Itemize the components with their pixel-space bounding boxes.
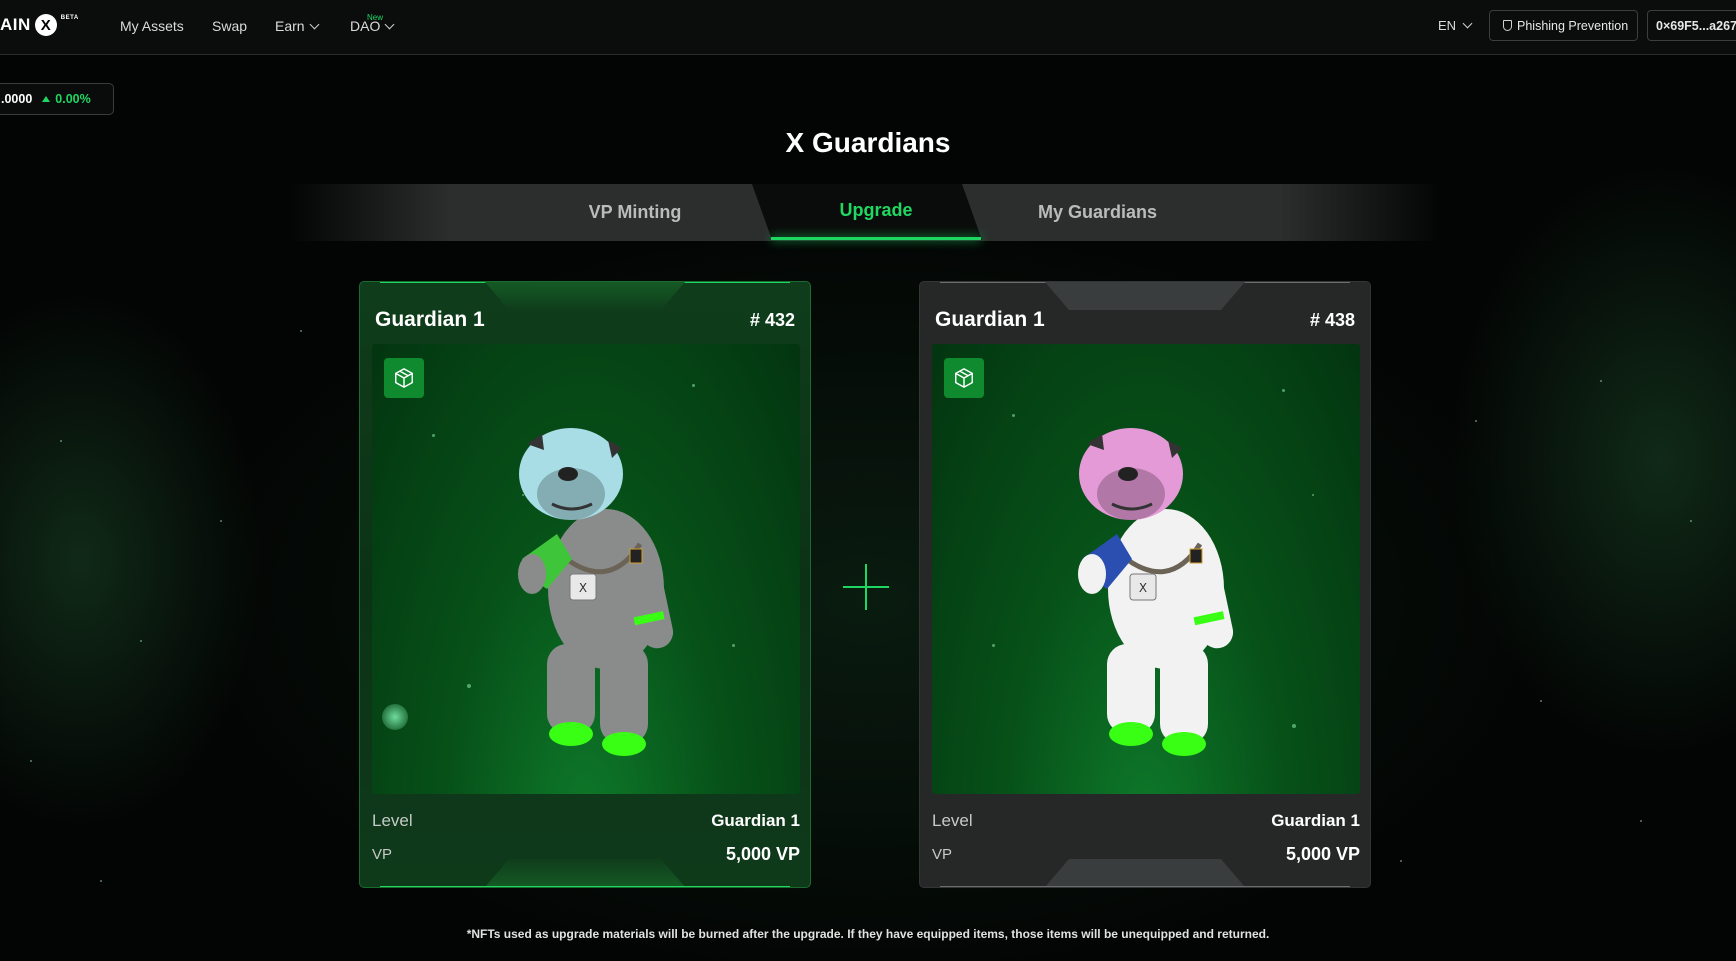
bulldog-astronaut-illustration: X [1078, 428, 1234, 756]
cube-icon [395, 368, 413, 388]
language-selector[interactable]: EN [1438, 18, 1473, 33]
chevron-down-icon [309, 19, 320, 29]
price-ticker[interactable]: .0000 0.00% [0, 83, 114, 115]
card-token-id: # 432 [749, 310, 795, 330]
ticker-price: .0000 [1, 92, 33, 106]
shield-icon [1503, 20, 1512, 31]
vp-value: 5,000 VP [725, 844, 800, 864]
level-row: Level Guardian 1 [372, 811, 800, 831]
phishing-prevention-button[interactable]: Phishing Prevention [1489, 10, 1638, 41]
page-title: X Guardians [785, 127, 951, 158]
arrow-up-icon [42, 96, 51, 102]
nav-swap-label: Swap [212, 18, 248, 34]
svg-text:X: X [579, 581, 587, 595]
level-row: Level Guardian 1 [932, 811, 1360, 831]
nav-my-assets-label: My Assets [120, 18, 184, 34]
vp-label: VP [932, 846, 953, 863]
card-bottom-edge [380, 886, 790, 887]
logo-badge: BETA [60, 15, 79, 21]
card-name: Guardian 1 [935, 308, 1045, 331]
guardian-image: X [372, 344, 800, 794]
card-bottom-edge [940, 886, 1350, 887]
level-value: Guardian 1 [1271, 811, 1360, 830]
bulldog-astronaut-illustration: X [518, 428, 674, 756]
logo-text: AIN [0, 15, 31, 34]
nav-swap[interactable]: Swap [212, 18, 247, 34]
wallet-address: 0×69F5...a267 [1656, 18, 1736, 33]
top-nav: AIN X BETA My Assets Swap Earn DAO New E… [0, 0, 1736, 55]
nav-earn-label: Earn [275, 18, 305, 34]
guardian-card-selected[interactable]: Guardian 1 # 432 X Level Guardian 1 VP 5… [359, 281, 811, 888]
card-top-notch [1045, 282, 1245, 310]
card-bottom-notch [1045, 859, 1245, 887]
tab-my-guardians[interactable]: My Guardians [980, 184, 1215, 241]
vp-label: VP [372, 846, 393, 863]
tab-vp-minting[interactable]: VP Minting [520, 184, 750, 241]
card-name: Guardian 1 [375, 308, 485, 331]
nav-my-assets[interactable]: My Assets [120, 18, 184, 34]
vp-value: 5,000 VP [1285, 844, 1360, 864]
guardian-image: X [932, 344, 1360, 794]
card-top-notch [485, 282, 685, 310]
chevron-down-icon [384, 19, 395, 29]
level-label: Level [932, 811, 973, 830]
level-label: Level [372, 811, 413, 830]
active-tab-indicator [771, 237, 981, 240]
chevron-down-icon [1462, 18, 1473, 29]
level-value: Guardian 1 [711, 811, 800, 830]
tab-upgrade[interactable]: Upgrade [771, 184, 981, 237]
ticker-change: 0.00% [42, 92, 91, 106]
new-badge: New [367, 13, 384, 22]
cube-icon [955, 368, 973, 388]
nav-earn[interactable]: Earn [275, 18, 320, 34]
language-label: EN [1438, 18, 1457, 33]
plus-icon [843, 564, 889, 610]
3d-view-button[interactable] [384, 358, 424, 398]
upgrade-footnote: *NFTs used as upgrade materials will be … [466, 927, 1270, 941]
card-bottom-notch [485, 859, 685, 887]
ticker-change-value: 0.00% [55, 92, 91, 106]
logo[interactable]: AIN X BETA [0, 14, 79, 36]
guardian-card-material[interactable]: Guardian 1 # 438 X Level Guardian 1 VP 5… [919, 281, 1371, 888]
wallet-address-button[interactable]: 0×69F5...a267 [1647, 10, 1736, 41]
x-logo-icon: X [34, 14, 57, 36]
phishing-prevention-label: Phishing Prevention [1517, 18, 1629, 33]
svg-text:X: X [1139, 581, 1147, 595]
card-token-id: # 438 [1309, 310, 1355, 330]
3d-view-button[interactable] [944, 358, 984, 398]
